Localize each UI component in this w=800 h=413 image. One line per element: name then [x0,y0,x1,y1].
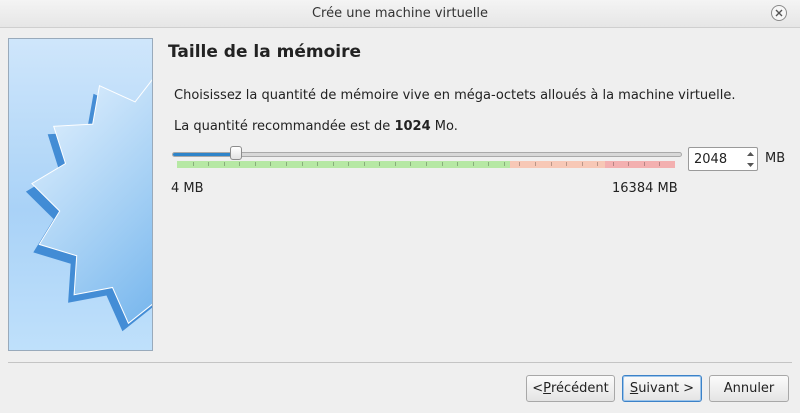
next-label-rest: uivant > [638,381,695,396]
footer-divider [8,362,792,363]
previous-label-rest: récédent [550,381,609,396]
chevron-down-icon [747,162,754,167]
slider-max-label: 16384 MB [612,181,678,196]
slider-min-label: 4 MB [171,181,204,196]
recommendation-prefix: La quantité recommandée est de [174,119,395,134]
next-button[interactable]: Suivant > [622,375,702,402]
zone-safe [177,161,510,168]
zone-tick [193,162,194,166]
spin-up-button[interactable] [744,148,757,159]
zone-tick [364,162,365,166]
zone-tick [582,162,583,166]
memory-size-spinbox[interactable]: 2048 [688,147,758,171]
slider-fill [173,153,237,156]
previous-prefix: < [532,381,544,396]
zone-tick [348,162,349,166]
close-button[interactable] [771,5,787,21]
recommendation-text: La quantité recommandée est de 1024 Mo. [174,119,458,134]
recommendation-suffix: Mo. [430,119,458,134]
memory-description: Choisissez la quantité de mémoire vive e… [174,88,736,103]
zone-tick [333,162,334,166]
zone-tick [566,162,567,166]
zone-tick [659,162,660,166]
title-bar: Crée une machine virtuelle [0,0,800,28]
zone-tick [597,162,598,166]
zone-tick [442,162,443,166]
zone-tick [208,162,209,166]
zone-tick [239,162,240,166]
zone-tick [535,162,536,166]
memory-size-value[interactable]: 2048 [694,152,727,167]
memory-zones [177,161,675,168]
spin-down-button[interactable] [744,159,757,170]
zone-tick [488,162,489,166]
zone-tick [426,162,427,166]
memory-unit-label: MB [765,151,786,166]
previous-mnemonic: P [543,381,551,396]
page-title: Taille de la mémoire [168,42,362,62]
cancel-button[interactable]: Annuler [709,375,789,402]
zone-tick [628,162,629,166]
zone-tick [457,162,458,166]
zone-tick [519,162,520,166]
zone-tick [644,162,645,166]
zone-tick [317,162,318,166]
zone-warning [510,161,605,168]
wizard-illustration [8,38,153,351]
zone-tick [286,162,287,166]
slider-handle[interactable] [230,146,242,160]
next-mnemonic: S [629,381,639,396]
chevron-up-icon [747,151,754,156]
zone-tick [270,162,271,166]
zone-tick [504,162,505,166]
memory-slider[interactable] [172,152,682,157]
zone-tick [224,162,225,166]
recommended-value: 1024 [394,119,431,134]
window-title: Crée une machine virtuelle [311,6,489,21]
zone-danger [605,161,675,168]
zone-tick [302,162,303,166]
zone-tick [255,162,256,166]
zone-tick [551,162,552,166]
starburst-illustration [25,79,152,332]
zone-tick [395,162,396,166]
zone-tick [613,162,614,166]
previous-button[interactable]: < Précédent [526,375,615,402]
zone-tick [410,162,411,166]
zone-tick [473,162,474,166]
zone-tick [379,162,380,166]
close-icon [775,9,783,17]
